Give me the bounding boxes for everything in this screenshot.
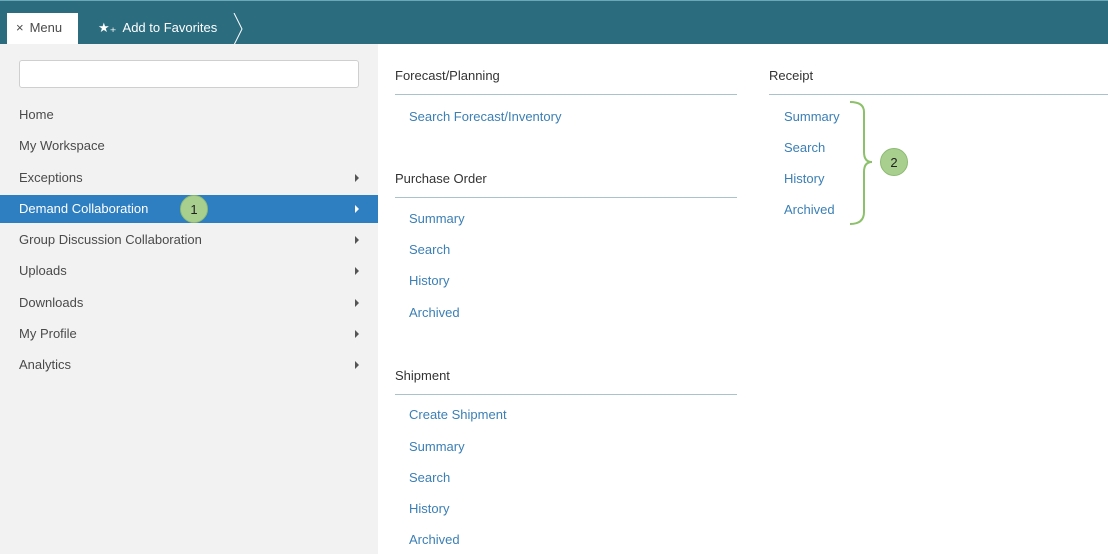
menu-label: Menu bbox=[29, 20, 63, 35]
menu-toggle-button[interactable]: × Menu bbox=[7, 13, 78, 45]
sidebar-item-label: Group Discussion Collaboration bbox=[19, 232, 202, 247]
caret-right-icon bbox=[355, 236, 359, 244]
add-to-favorites-label: Add to Favorites bbox=[122, 20, 218, 35]
link-po-archived[interactable]: Archived bbox=[409, 305, 460, 320]
section-header-shipment: Shipment bbox=[395, 368, 450, 383]
menu-search-input[interactable] bbox=[19, 60, 359, 88]
star-plus-icon: ★₊ bbox=[98, 20, 117, 35]
sidebar-item-label: Downloads bbox=[19, 295, 84, 310]
close-icon: × bbox=[16, 20, 24, 35]
sidebar-item-label: My Profile bbox=[19, 326, 77, 341]
sidebar-item-label: Home bbox=[19, 107, 54, 122]
link-shipment-summary[interactable]: Summary bbox=[409, 439, 465, 454]
curly-bracket-icon bbox=[849, 101, 873, 225]
section-header-forecast-planning: Forecast/Planning bbox=[395, 68, 500, 83]
section-header-receipt: Receipt bbox=[769, 68, 814, 83]
caret-right-icon bbox=[355, 330, 359, 338]
link-shipment-archived[interactable]: Archived bbox=[409, 532, 460, 547]
sidebar-item-group-discussion-collaboration[interactable]: Group Discussion Collaboration bbox=[0, 226, 378, 254]
link-receipt-search[interactable]: Search bbox=[784, 140, 825, 155]
sidebar-item-my-workspace[interactable]: My Workspace bbox=[0, 132, 378, 160]
sidebar-item-label: Uploads bbox=[19, 263, 67, 278]
section-divider bbox=[395, 197, 737, 198]
sidebar-item-label: Exceptions bbox=[19, 170, 83, 185]
link-receipt-archived[interactable]: Archived bbox=[784, 202, 835, 217]
link-receipt-history[interactable]: History bbox=[784, 171, 824, 186]
sidebar-item-analytics[interactable]: Analytics bbox=[0, 351, 378, 379]
link-receipt-summary[interactable]: Summary bbox=[784, 109, 840, 124]
section-divider bbox=[395, 94, 737, 95]
section-divider bbox=[395, 394, 737, 395]
callout-badge-2: 2 bbox=[880, 148, 908, 176]
link-create-shipment[interactable]: Create Shipment bbox=[409, 407, 507, 422]
link-po-search[interactable]: Search bbox=[409, 242, 450, 257]
breadcrumb-chevron-icon bbox=[233, 13, 243, 45]
section-divider bbox=[769, 94, 1108, 95]
link-shipment-search[interactable]: Search bbox=[409, 470, 450, 485]
sidebar-item-label: My Workspace bbox=[19, 138, 105, 153]
link-shipment-history[interactable]: History bbox=[409, 501, 449, 516]
sidebar-item-downloads[interactable]: Downloads bbox=[0, 289, 378, 317]
sidebar-item-label: Demand Collaboration bbox=[19, 201, 149, 216]
link-po-summary[interactable]: Summary bbox=[409, 211, 465, 226]
caret-right-icon bbox=[355, 361, 359, 369]
sidebar: Home My Workspace Exceptions Demand Coll… bbox=[0, 44, 378, 554]
section-header-purchase-order: Purchase Order bbox=[395, 171, 487, 186]
link-search-forecast-inventory[interactable]: Search Forecast/Inventory bbox=[409, 109, 561, 124]
sidebar-item-home[interactable]: Home bbox=[0, 101, 378, 129]
caret-right-icon bbox=[355, 174, 359, 182]
sidebar-item-uploads[interactable]: Uploads bbox=[0, 257, 378, 285]
sidebar-item-my-profile[interactable]: My Profile bbox=[0, 320, 378, 348]
top-bar: × Menu ★₊ Add to Favorites bbox=[0, 0, 1108, 45]
sidebar-item-exceptions[interactable]: Exceptions bbox=[0, 164, 378, 192]
link-po-history[interactable]: History bbox=[409, 273, 449, 288]
sidebar-item-label: Analytics bbox=[19, 357, 72, 372]
caret-right-icon bbox=[355, 267, 359, 275]
callout-badge-1: 1 bbox=[180, 195, 208, 223]
caret-right-icon bbox=[355, 299, 359, 307]
caret-right-icon bbox=[355, 205, 359, 213]
